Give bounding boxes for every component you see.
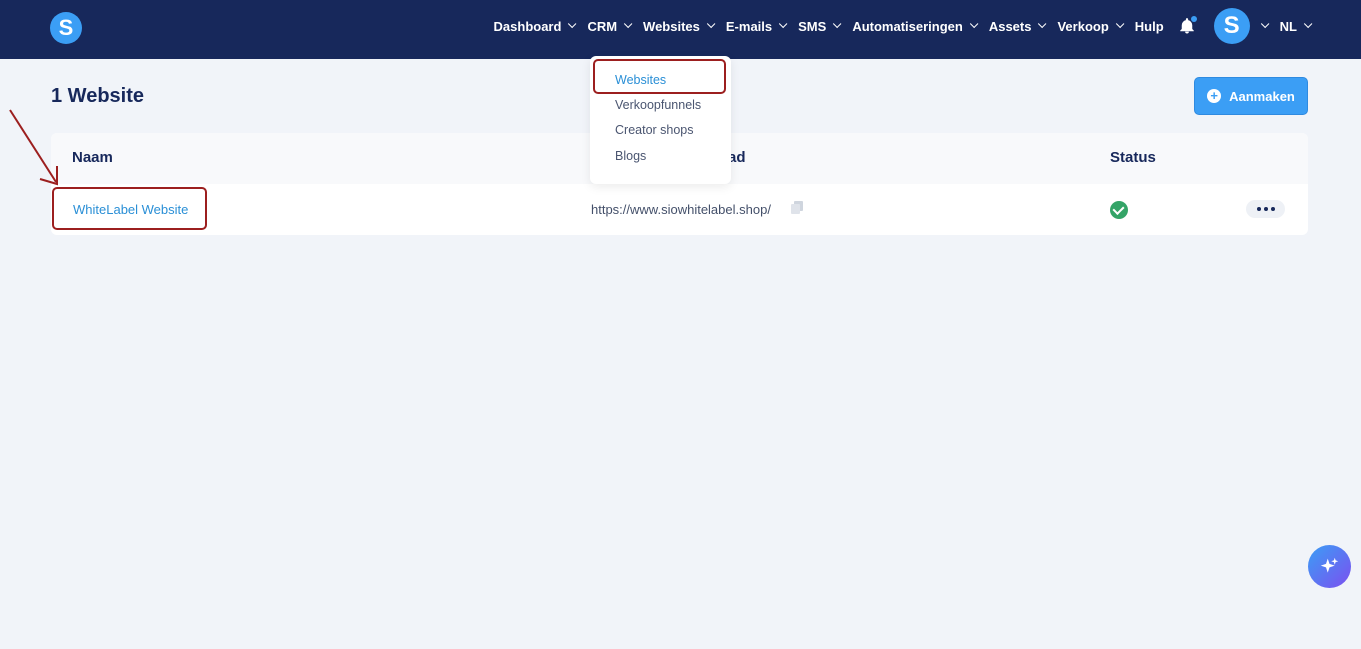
copy-icon[interactable]	[791, 201, 803, 214]
dropdown-item-creator-shops[interactable]: Creator shops	[615, 123, 694, 137]
chevron-down-icon[interactable]	[1260, 19, 1270, 29]
table-row: WhiteLabel Website https://www.siowhitel…	[51, 184, 1308, 235]
highlight-box-website-name	[52, 187, 207, 230]
main-nav: Dashboard CRM Websites E-mails SMS Autom…	[480, 0, 1313, 52]
nav-dashboard[interactable]: Dashboard	[493, 18, 577, 34]
nav-websites[interactable]: Websites	[643, 18, 716, 34]
status-active-icon	[1110, 201, 1128, 219]
chevron-down-icon	[1303, 19, 1313, 29]
nav-dashboard-label: Dashboard	[493, 18, 562, 34]
dot-icon	[1263, 207, 1268, 211]
language-selector[interactable]: NL	[1279, 18, 1313, 34]
dot-icon	[1256, 207, 1261, 211]
plus-circle-icon: +	[1207, 89, 1222, 103]
create-button[interactable]: + Aanmaken	[1194, 77, 1308, 115]
app-logo[interactable]: S	[50, 12, 82, 44]
chevron-down-icon	[833, 19, 842, 29]
nav-crm-label: CRM	[587, 18, 618, 34]
arrow-annotation-icon	[9, 109, 58, 186]
nav-sms[interactable]: SMS	[798, 18, 842, 34]
chevron-down-icon	[1115, 19, 1125, 29]
bell-icon[interactable]	[1178, 16, 1197, 35]
top-navbar: S Dashboard CRM Websites E-mails SMS Aut…	[0, 0, 1361, 59]
highlight-box-websites	[593, 59, 726, 94]
nav-help[interactable]: Hulp	[1135, 19, 1164, 34]
dropdown-item-blogs[interactable]: Blogs	[615, 149, 646, 163]
chevron-down-icon	[706, 19, 716, 29]
nav-assets-label: Assets	[988, 18, 1032, 34]
nav-emails-label: E-mails	[725, 18, 773, 34]
chevron-down-icon	[1038, 19, 1047, 29]
chevron-down-icon	[779, 19, 788, 29]
chevron-down-icon	[969, 19, 979, 29]
nav-help-label: Hulp	[1134, 18, 1164, 34]
language-label: NL	[1279, 18, 1297, 34]
more-options-button[interactable]	[1246, 200, 1285, 218]
nav-emails[interactable]: E-mails	[725, 18, 788, 34]
nav-websites-label: Websites	[643, 18, 700, 34]
nav-sales-label: Verkoop	[1057, 18, 1109, 34]
dropdown-item-funnels[interactable]: Verkoopfunnels	[615, 98, 701, 112]
nav-sms-label: SMS	[798, 18, 827, 34]
nav-assets[interactable]: Assets	[988, 18, 1047, 34]
header-status: Status	[1110, 149, 1156, 166]
chevron-down-icon	[623, 19, 633, 29]
ai-assistant-button[interactable]	[1308, 545, 1351, 588]
notification-dot	[1190, 16, 1197, 22]
create-button-label: Aanmaken	[1229, 88, 1295, 104]
nav-automations[interactable]: Automatiseringen	[852, 18, 979, 34]
header-name: Naam	[72, 149, 113, 166]
dot-icon	[1270, 207, 1275, 211]
website-address: https://www.siowhitelabel.shop/	[591, 202, 771, 217]
nav-automations-label: Automatiseringen	[852, 18, 963, 34]
nav-crm[interactable]: CRM	[587, 18, 633, 34]
sparkle-icon	[1320, 557, 1339, 573]
avatar[interactable]: S	[1213, 8, 1250, 44]
nav-sales[interactable]: Verkoop	[1057, 18, 1125, 34]
chevron-down-icon	[568, 19, 577, 29]
